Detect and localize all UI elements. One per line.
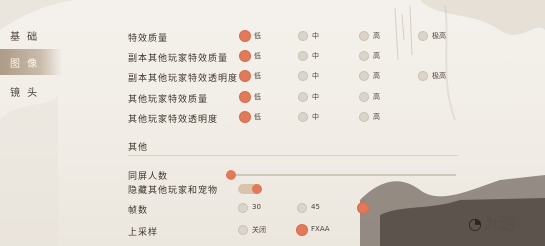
setting-row-fps: 帧数 30 45: [0, 200, 545, 218]
option-label: 高: [373, 72, 380, 80]
setting-label: 副本其他玩家特效透明度: [128, 74, 239, 84]
setting-label: 帧数: [128, 206, 149, 216]
setting-label: 隐藏其他玩家和宠物: [128, 186, 219, 196]
radio-button[interactable]: [359, 71, 369, 81]
option-label: 中: [312, 72, 319, 80]
radio-button[interactable]: [297, 225, 307, 235]
setting-label: 其他玩家特效透明度: [128, 115, 219, 125]
option-label: 低: [254, 93, 261, 101]
radio-button[interactable]: [240, 112, 250, 122]
setting-label: 特效质量: [128, 34, 169, 44]
option-label: 高: [373, 52, 380, 60]
setting-row-player-effect-transparency: 其他玩家特效透明度 低 中 高: [0, 109, 545, 127]
option-label: 低: [254, 72, 261, 80]
radio-button[interactable]: [240, 51, 250, 61]
setting-label: 其他玩家特效质量: [128, 95, 209, 105]
option-label: 低: [254, 32, 261, 40]
setting-label: 上采样: [128, 228, 159, 238]
watermark-text: 九游: [483, 214, 516, 233]
setting-row-hide-players-pets: 隐藏其他玩家和宠物: [0, 180, 545, 198]
option-label: 极高: [432, 32, 446, 40]
radio-button[interactable]: [298, 31, 308, 41]
option-label: 低: [254, 113, 261, 121]
setting-row-effect-quality: 特效质量 低 中 高 极高: [0, 28, 545, 46]
radio-button[interactable]: [238, 225, 248, 235]
radio-button[interactable]: [240, 92, 250, 102]
option-label: 中: [312, 52, 319, 60]
option-label: 高: [373, 93, 380, 101]
setting-row-player-effect-quality: 其他玩家特效质量 低 中 高: [0, 89, 545, 107]
option-label: 高: [373, 113, 380, 121]
radio-button[interactable]: [240, 31, 250, 41]
radio-button[interactable]: [359, 112, 369, 122]
section-title-other: 其他: [128, 143, 149, 153]
option-label: 30: [252, 203, 261, 211]
radio-button[interactable]: [240, 71, 250, 81]
radio-button[interactable]: [298, 71, 308, 81]
option-label: 中: [312, 32, 319, 40]
radio-button[interactable]: [298, 51, 308, 61]
option-label: 极高: [432, 72, 446, 80]
radio-button[interactable]: [359, 51, 369, 61]
radio-button[interactable]: [298, 92, 308, 102]
option-label: FXAA: [311, 225, 330, 233]
radio-button[interactable]: [358, 203, 368, 213]
radio-button[interactable]: [418, 31, 428, 41]
same-screen-slider[interactable]: [225, 170, 456, 180]
section-divider: [128, 155, 458, 156]
radio-button[interactable]: [297, 203, 307, 213]
setting-row-dungeon-effect-quality: 副本其他玩家特效质量 低 中 高: [0, 48, 545, 66]
hide-players-toggle[interactable]: [238, 184, 262, 194]
option-label: 45: [311, 203, 320, 211]
jiuyou-logo-icon: ◔: [468, 214, 482, 233]
setting-row-dungeon-effect-transparency: 副本其他玩家特效透明度 低 中 高 极高: [0, 68, 545, 86]
option-label: 低: [254, 52, 261, 60]
radio-button[interactable]: [359, 31, 369, 41]
setting-row-upsampling: 上采样 关闭 FXAA: [0, 222, 545, 240]
radio-button[interactable]: [238, 203, 248, 213]
radio-button[interactable]: [359, 92, 369, 102]
option-label: 关闭: [252, 226, 266, 234]
toggle-knob: [252, 184, 262, 194]
option-label: 中: [312, 93, 319, 101]
jiuyou-watermark: ◔ 九游: [468, 210, 516, 234]
radio-button[interactable]: [298, 112, 308, 122]
setting-label: 副本其他玩家特效质量: [128, 54, 229, 64]
radio-button[interactable]: [418, 71, 428, 81]
option-label: 中: [312, 113, 319, 121]
slider-thumb[interactable]: [225, 170, 236, 180]
option-label: 高: [373, 32, 380, 40]
